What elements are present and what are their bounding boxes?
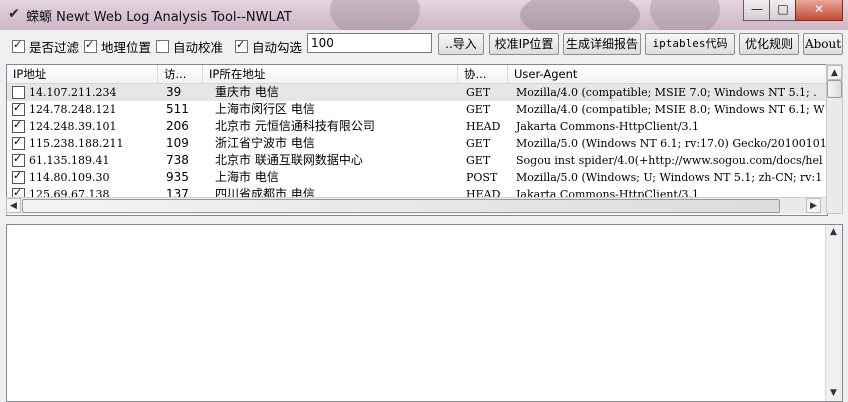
row-checkbox[interactable] [12,152,25,167]
cell-user-agent: Sogou inst spider/4.0(+http://www.sogou.… [516,154,823,167]
cell-location: 北京市 元恒信通科技有限公司 [215,119,375,133]
optimize-rules-button[interactable]: 优化规则 [739,33,799,55]
row-checkbox[interactable] [12,169,25,184]
auto-calibrate-checkbox[interactable]: 自动校准 [156,37,223,56]
import-button[interactable]: ..导入 [438,33,484,55]
lizard-icon[interactable]: ✔ [6,6,22,22]
geo-location-checkbox-box[interactable] [84,38,97,53]
filter-checkbox-box[interactable] [12,38,25,53]
table-horizontal-scrollbar[interactable]: ◀ ▶ [6,197,826,214]
cell-method: GET [466,103,491,116]
cell-user-agent: Mozilla/4.0 (compatible; MSIE 7.0; Windo… [516,86,817,99]
minimize-button[interactable]: — [743,0,771,21]
cell-user-agent: Mozilla/5.0 (Windows NT 6.1; rv:17.0) Ge… [516,137,827,150]
column-header-method[interactable]: 协... [458,65,508,83]
cell-ip: 61.135.189.41 [29,154,110,167]
cell-ip: 115.238.188.211 [29,137,124,150]
cell-ip: 124.78.248.121 [29,103,117,116]
detail-scroll-down-icon[interactable]: ▼ [826,386,841,401]
close-button[interactable]: ✕ [795,0,843,21]
table-row[interactable]: 124.248.39.101 206 北京市 元恒信通科技有限公司 HEAD Jakar… [7,118,827,135]
maximize-button[interactable]: □ [769,0,797,21]
cell-method: GET [466,154,491,167]
detail-vertical-scrollbar[interactable]: ▲ ▼ [825,225,842,401]
table-row[interactable]: 124.78.248.121 511 上海市闵行区 电信 GET Mozilla/4.0… [7,101,827,118]
scroll-left-icon[interactable]: ◀ [6,198,21,213]
table-vertical-scrollbar[interactable]: ▲ [826,64,843,214]
auto-calibrate-checkbox-label: 自动校准 [173,40,224,55]
row-checkbox[interactable] [12,135,25,150]
cell-location: 重庆市 电信 [215,85,279,99]
table-row[interactable]: 61.135.189.41 738 北京市 联通互联网数据中心 GET Sogou in… [7,152,827,169]
cell-visits: 935 [166,170,189,184]
cell-visits: 511 [166,102,189,116]
scroll-up-icon[interactable]: ▲ [827,65,842,80]
cell-method: HEAD [466,120,501,133]
cell-visits: 738 [166,153,189,167]
cell-visits: 39 [166,85,182,99]
horizontal-scroll-thumb[interactable] [22,199,780,213]
column-header-visits[interactable]: 访... [158,65,203,83]
row-checkbox[interactable] [12,86,25,99]
table-header: IP地址 访... IP所在地址 协... User-Agent [7,65,827,84]
auto-select-checkbox-label: 自动勾选 [252,40,303,55]
cell-ip: 124.248.39.101 [29,120,117,133]
cell-ip: 14.107.211.234 [29,86,117,99]
title-bar[interactable]: ✔ 蝾螈 Newt Web Log Analysis Tool--NWLAT —… [0,0,848,30]
cell-visits: 206 [166,119,189,133]
geo-location-checkbox[interactable]: 地理位置 [84,37,151,56]
minimize-icon: — [751,2,763,16]
auto-select-checkbox[interactable]: 自动勾选 [235,37,302,56]
cell-method: GET [466,137,491,150]
cell-method: GET [466,86,491,99]
vertical-scroll-thumb[interactable] [827,80,842,98]
cell-user-agent: Jakarta Commons-HttpClient/3.1 [516,120,700,133]
close-icon: ✕ [813,2,825,16]
auto-select-checkbox-box[interactable] [235,38,248,53]
cell-location: 上海市 电信 [215,170,279,184]
auto-calibrate-checkbox-box[interactable] [156,40,169,53]
filter-checkbox-label: 是否过滤 [29,40,80,55]
window-title-main: Newt Web Log Analysis Tool--NWLAT [56,10,292,25]
cell-location: 北京市 联通互联网数据中心 [215,153,363,167]
title-decoration [520,0,640,30]
cell-location: 浙江省宁波市 电信 [215,136,315,150]
window-title-prefix: 蝾螈 [26,10,53,25]
column-header-ip[interactable]: IP地址 [7,65,158,83]
column-header-location[interactable]: IP所在地址 [203,65,458,83]
about-button[interactable]: About [803,33,843,55]
table-row[interactable]: 115.238.188.211 109 浙江省宁波市 电信 GET Mozilla/5.… [7,135,827,152]
scroll-right-icon[interactable]: ▶ [806,198,821,213]
maximize-icon: □ [777,2,789,16]
threshold-input[interactable]: 100 [307,33,432,53]
table-row[interactable]: 114.80.109.30 935 上海市 电信 POST Mozilla/5.0 (W… [7,169,827,186]
cell-ip: 114.80.109.30 [29,171,110,184]
column-header-user-agent[interactable]: User-Agent [508,65,827,83]
row-checkbox[interactable] [12,118,25,133]
title-decoration [330,0,420,30]
cell-user-agent: Mozilla/5.0 (Windows; U; Windows NT 5.1;… [516,171,823,184]
filter-checkbox[interactable]: 是否过滤 [12,37,79,56]
cell-method: POST [466,171,498,184]
log-table[interactable]: IP地址 访... IP所在地址 协... User-Agent 14.107.… [6,64,828,216]
generate-report-button[interactable]: 生成详细报告 [563,33,641,55]
calibrate-ip-button[interactable]: 校准IP位置 [489,33,559,55]
geo-location-checkbox-label: 地理位置 [101,40,152,55]
cell-user-agent: Mozilla/4.0 (compatible; MSIE 8.0; Windo… [516,103,825,116]
table-row[interactable]: 14.107.211.234 39 重庆市 电信 GET Mozilla/4.0 (co… [7,84,827,101]
window-title: 蝾螈 Newt Web Log Analysis Tool--NWLAT [26,6,292,25]
detail-scroll-up-icon[interactable]: ▲ [826,225,841,240]
cell-location: 上海市闵行区 电信 [215,102,315,116]
detail-text-area[interactable]: ▲ ▼ [6,224,843,402]
cell-visits: 109 [166,136,189,150]
title-decoration [650,0,720,30]
row-checkbox[interactable] [12,101,25,116]
iptables-code-button[interactable]: iptables代码 [645,33,735,55]
